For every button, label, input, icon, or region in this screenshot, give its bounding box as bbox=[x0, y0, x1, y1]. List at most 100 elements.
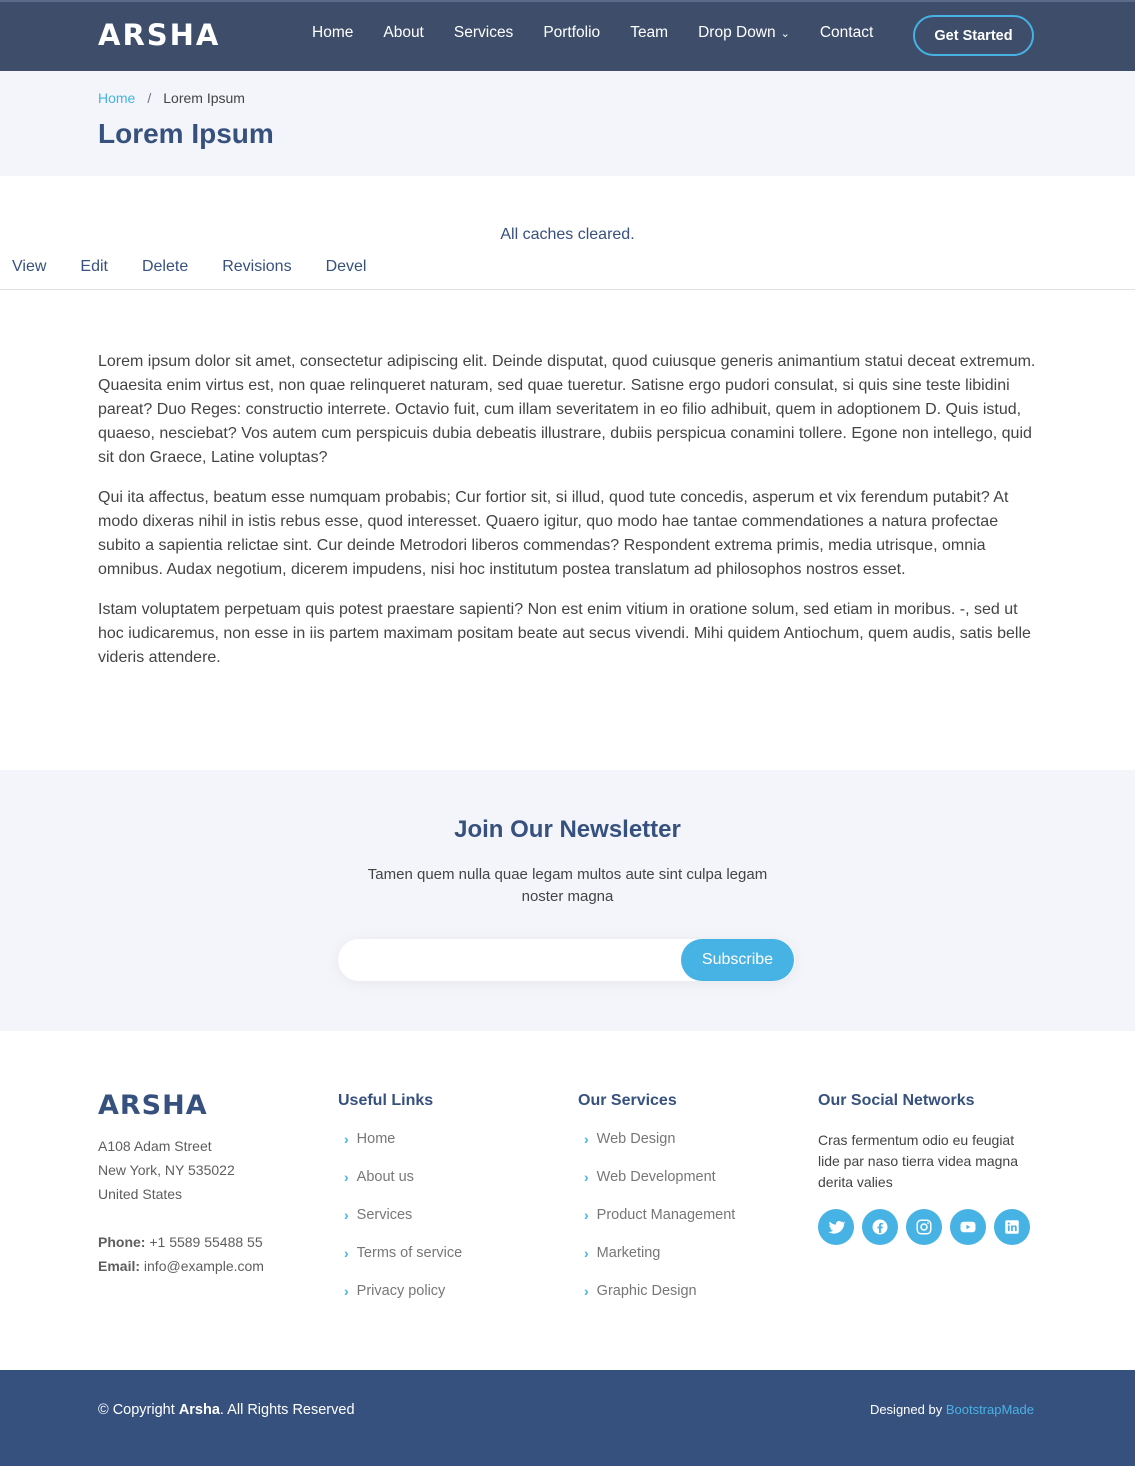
site-header: ARSHA Home About Services Portfolio Team… bbox=[0, 0, 1135, 71]
chevron-right-icon: › bbox=[344, 1283, 349, 1299]
footer-link-label: Terms of service bbox=[356, 1245, 463, 1261]
site-logo[interactable]: ARSHA bbox=[98, 18, 220, 52]
nav-about-label: About bbox=[383, 24, 424, 41]
chevron-right-icon: › bbox=[584, 1245, 589, 1261]
footer-logo: ARSHA bbox=[98, 1090, 208, 1121]
footer-link-label: Home bbox=[356, 1131, 396, 1147]
page-content: Lorem ipsum dolor sit amet, consectetur … bbox=[98, 350, 1038, 686]
subscribe-button[interactable]: Subscribe bbox=[681, 939, 794, 981]
newsletter-text: Tamen quem nulla quae legam multos aute … bbox=[367, 866, 768, 905]
service-link-web-design[interactable]: › Web Design bbox=[584, 1120, 735, 1158]
footer-address: A108 Adam Street New York, NY 535022 Uni… bbox=[98, 1134, 235, 1206]
service-link-label: Marketing bbox=[596, 1245, 661, 1261]
useful-links-list: › Home › About us › Services › Terms of serv… bbox=[344, 1120, 462, 1310]
chevron-right-icon: › bbox=[584, 1207, 589, 1223]
content-paragraph: Istam voluptatem perpetuam quis potest p… bbox=[98, 601, 1031, 666]
footer-link-about[interactable]: › About us bbox=[344, 1158, 462, 1196]
address-line: United States bbox=[98, 1186, 183, 1202]
nav-services-label: Services bbox=[453, 24, 514, 41]
address-line: New York, NY 535022 bbox=[98, 1162, 235, 1178]
address-line: A108 Adam Street bbox=[98, 1138, 212, 1154]
credits: Designed by BootstrapMade bbox=[870, 1402, 1034, 1417]
nav-contact[interactable]: Contact bbox=[820, 24, 873, 42]
copyright-suffix: . All Rights Reserved bbox=[219, 1402, 355, 1418]
bootstrapmade-link[interactable]: BootstrapMade bbox=[946, 1402, 1034, 1417]
social-networks-title: Our Social Networks bbox=[818, 1092, 975, 1109]
newsletter-section: Join Our Newsletter Tamen quem nulla qua… bbox=[0, 770, 1135, 1031]
chevron-right-icon: › bbox=[344, 1131, 349, 1147]
nav-contact-label: Contact bbox=[819, 24, 874, 41]
breadcrumb-current: Lorem Ipsum bbox=[163, 90, 245, 106]
nav-services[interactable]: Services bbox=[454, 24, 513, 42]
service-link-marketing[interactable]: › Marketing bbox=[584, 1234, 735, 1272]
chevron-right-icon: › bbox=[584, 1283, 589, 1299]
social-description: Cras fermentum odio eu feugiat lide par … bbox=[818, 1132, 1019, 1190]
tab-edit[interactable]: Edit bbox=[80, 258, 108, 289]
email-value: info@example.com bbox=[143, 1258, 264, 1274]
tab-view[interactable]: View bbox=[12, 258, 46, 289]
nav-home[interactable]: Home bbox=[312, 24, 353, 42]
status-message: All caches cleared. bbox=[500, 226, 635, 243]
breadcrumb-home-link[interactable]: Home bbox=[98, 90, 135, 106]
page-title: Lorem Ipsum bbox=[98, 118, 274, 149]
service-link-web-development[interactable]: › Web Development bbox=[584, 1158, 735, 1196]
footer-link-privacy[interactable]: › Privacy policy bbox=[344, 1272, 462, 1310]
copyright-prefix: © Copyright bbox=[98, 1402, 179, 1418]
nav-home-label: Home bbox=[312, 24, 354, 41]
footer-link-services[interactable]: › Services bbox=[344, 1196, 462, 1234]
email-label: Email: bbox=[98, 1258, 141, 1274]
credits-prefix: Designed by bbox=[869, 1402, 946, 1417]
linkedin-icon[interactable] bbox=[994, 1209, 1030, 1245]
main-nav: Home About Services Portfolio Team Drop … bbox=[312, 24, 903, 42]
chevron-right-icon: › bbox=[584, 1131, 589, 1147]
our-services-title: Our Services bbox=[578, 1092, 677, 1109]
chevron-right-icon: › bbox=[344, 1245, 349, 1261]
local-tasks-tabs: View Edit Delete Revisions Devel bbox=[0, 258, 1135, 290]
copyright: © Copyright Arsha. All Rights Reserved bbox=[98, 1402, 355, 1418]
nav-team[interactable]: Team bbox=[630, 24, 668, 42]
nav-dropdown[interactable]: Drop Down ⌄ bbox=[698, 24, 790, 42]
services-list: › Web Design › Web Development › Product Ma… bbox=[584, 1120, 735, 1310]
service-link-product-management[interactable]: › Product Management bbox=[584, 1196, 735, 1234]
breadcrumbs-section: Home / Lorem Ipsum Lorem Ipsum bbox=[0, 71, 1135, 176]
tab-delete[interactable]: Delete bbox=[142, 258, 188, 289]
twitter-icon[interactable] bbox=[818, 1209, 854, 1245]
newsletter-email-input[interactable] bbox=[338, 939, 681, 981]
service-link-label: Web Development bbox=[596, 1169, 716, 1185]
content-paragraph: Qui ita affectus, beatum esse numquam pr… bbox=[98, 489, 1009, 578]
tab-devel[interactable]: Devel bbox=[326, 258, 367, 289]
newsletter-form: Subscribe bbox=[338, 939, 795, 981]
chevron-down-icon: ⌄ bbox=[780, 27, 790, 40]
footer-link-label: About us bbox=[356, 1169, 414, 1185]
nav-dropdown-label: Drop Down bbox=[698, 24, 776, 41]
service-link-label: Web Design bbox=[596, 1131, 676, 1147]
footer-contact: Phone: +1 5589 55488 55 Email: info@exam… bbox=[98, 1230, 264, 1278]
nav-team-label: Team bbox=[630, 24, 669, 41]
footer-link-home[interactable]: › Home bbox=[344, 1120, 462, 1158]
nav-portfolio-label: Portfolio bbox=[543, 24, 601, 41]
chevron-right-icon: › bbox=[584, 1169, 589, 1185]
copyright-brand: Arsha bbox=[178, 1402, 220, 1418]
breadcrumb: Home / Lorem Ipsum bbox=[98, 90, 245, 106]
footer-link-terms[interactable]: › Terms of service bbox=[344, 1234, 462, 1272]
content-paragraph: Lorem ipsum dolor sit amet, consectetur … bbox=[98, 353, 1036, 466]
instagram-icon[interactable] bbox=[906, 1209, 942, 1245]
youtube-icon[interactable] bbox=[950, 1209, 986, 1245]
get-started-button[interactable]: Get Started bbox=[913, 15, 1034, 56]
tab-revisions[interactable]: Revisions bbox=[222, 258, 291, 289]
newsletter-title: Join Our Newsletter bbox=[454, 816, 681, 843]
service-link-label: Graphic Design bbox=[596, 1283, 697, 1299]
footer-bottom: © Copyright Arsha. All Rights Reserved D… bbox=[0, 1370, 1135, 1466]
service-link-graphic-design[interactable]: › Graphic Design bbox=[584, 1272, 735, 1310]
chevron-right-icon: › bbox=[344, 1207, 349, 1223]
phone-label: Phone: bbox=[98, 1234, 146, 1250]
nav-portfolio[interactable]: Portfolio bbox=[543, 24, 600, 42]
chevron-right-icon: › bbox=[344, 1169, 349, 1185]
footer-link-label: Privacy policy bbox=[356, 1283, 446, 1299]
facebook-icon[interactable] bbox=[862, 1209, 898, 1245]
service-link-label: Product Management bbox=[596, 1207, 736, 1223]
footer-link-label: Services bbox=[356, 1207, 413, 1223]
phone-value: +1 5589 55488 55 bbox=[149, 1234, 263, 1250]
nav-about[interactable]: About bbox=[383, 24, 424, 42]
useful-links-title: Useful Links bbox=[338, 1092, 434, 1109]
